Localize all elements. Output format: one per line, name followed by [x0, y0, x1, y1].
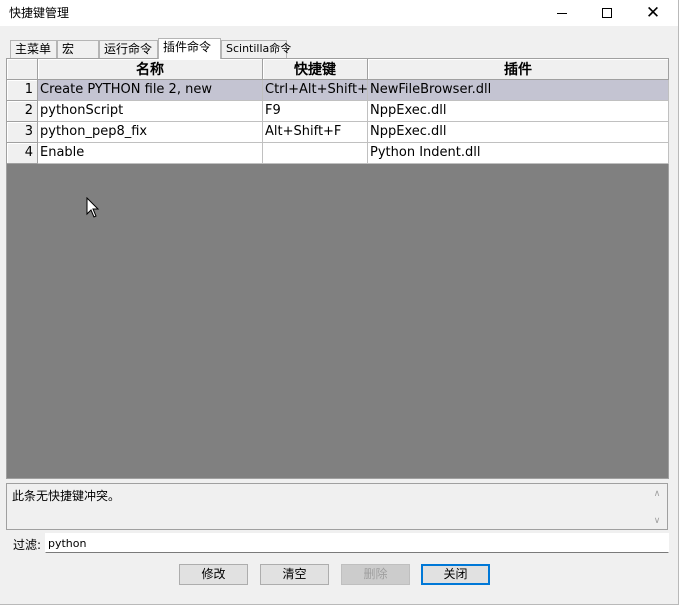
plugin-cell[interactable]: NewFileBrowser.dll: [368, 80, 669, 101]
shortcut-cell[interactable]: Alt+Shift+F: [263, 122, 368, 143]
delete-button[interactable]: 删除: [341, 564, 410, 585]
tab-scintilla-commands[interactable]: Scintilla命令: [221, 40, 291, 58]
plugin-cell[interactable]: NppExec.dll: [368, 122, 669, 143]
column-header-plugin[interactable]: 插件: [368, 59, 669, 80]
table-row[interactable]: 2 pythonScript F9 NppExec.dll: [7, 101, 669, 122]
close-button[interactable]: 关闭: [421, 564, 490, 585]
tab-plugin-commands[interactable]: 插件命令: [158, 38, 221, 59]
plugin-cell[interactable]: NppExec.dll: [368, 101, 669, 122]
corner-header-cell: [7, 59, 38, 80]
shortcut-grid[interactable]: 名称 快捷键 插件 1 Create PYTHON file 2, new Ct…: [6, 58, 669, 479]
filter-label: 过滤:: [13, 538, 42, 552]
name-cell[interactable]: Enable: [38, 143, 263, 164]
shortcut-cell[interactable]: Ctrl+Alt+Shift+N: [263, 80, 368, 101]
tab-main-menu[interactable]: 主菜单: [10, 40, 57, 58]
filter-input[interactable]: [45, 533, 669, 553]
row-number[interactable]: 3: [7, 122, 38, 143]
clear-button[interactable]: 清空: [260, 564, 329, 585]
conflict-info-box[interactable]: 此条无快捷键冲突。 ∧ ∨: [6, 483, 668, 530]
row-number[interactable]: 2: [7, 101, 38, 122]
name-cell[interactable]: python_pep8_fix: [38, 122, 263, 143]
maximize-icon: [602, 8, 612, 18]
shortcut-cell[interactable]: F9: [263, 101, 368, 122]
column-header-shortcut[interactable]: 快捷键: [263, 59, 368, 80]
column-header-name[interactable]: 名称: [38, 59, 263, 80]
minimize-button[interactable]: [539, 0, 585, 26]
close-window-button[interactable]: ✕: [630, 0, 676, 26]
tab-macros[interactable]: 宏: [57, 40, 99, 58]
category-tabs: 主菜单 宏 运行命令 插件命令 Scintilla命令: [8, 38, 670, 59]
title-bar: 快捷键管理 ✕: [0, 0, 678, 26]
grid-header: 名称 快捷键 插件: [7, 59, 670, 80]
scroll-up-arrow-icon[interactable]: ∧: [651, 489, 663, 499]
table-row[interactable]: 3 python_pep8_fix Alt+Shift+F NppExec.dl…: [7, 122, 669, 143]
row-number[interactable]: 1: [7, 80, 38, 101]
shortcut-mapper-dialog: 快捷键管理 ✕ 主菜单 宏 运行命令 插件命令 Scintilla命令 名称 快…: [0, 0, 679, 605]
name-cell[interactable]: pythonScript: [38, 101, 263, 122]
row-number[interactable]: 4: [7, 143, 38, 164]
plugin-cell[interactable]: Python Indent.dll: [368, 143, 669, 164]
minimize-icon: [557, 12, 567, 14]
scroll-down-arrow-icon[interactable]: ∨: [651, 516, 663, 526]
table-row[interactable]: 4 Enable Python Indent.dll: [7, 143, 669, 164]
shortcut-cell[interactable]: [263, 143, 368, 164]
table-row[interactable]: 1 Create PYTHON file 2, new Ctrl+Alt+Shi…: [7, 80, 669, 101]
window-title: 快捷键管理: [9, 6, 70, 20]
mouse-pointer-icon: [86, 197, 100, 218]
conflict-info-text: 此条无快捷键冲突。: [12, 489, 121, 503]
tab-run-commands[interactable]: 运行命令: [99, 40, 158, 58]
close-icon: ✕: [645, 2, 661, 23]
maximize-button[interactable]: [584, 0, 630, 26]
modify-button[interactable]: 修改: [179, 564, 248, 585]
name-cell[interactable]: Create PYTHON file 2, new: [38, 80, 263, 101]
